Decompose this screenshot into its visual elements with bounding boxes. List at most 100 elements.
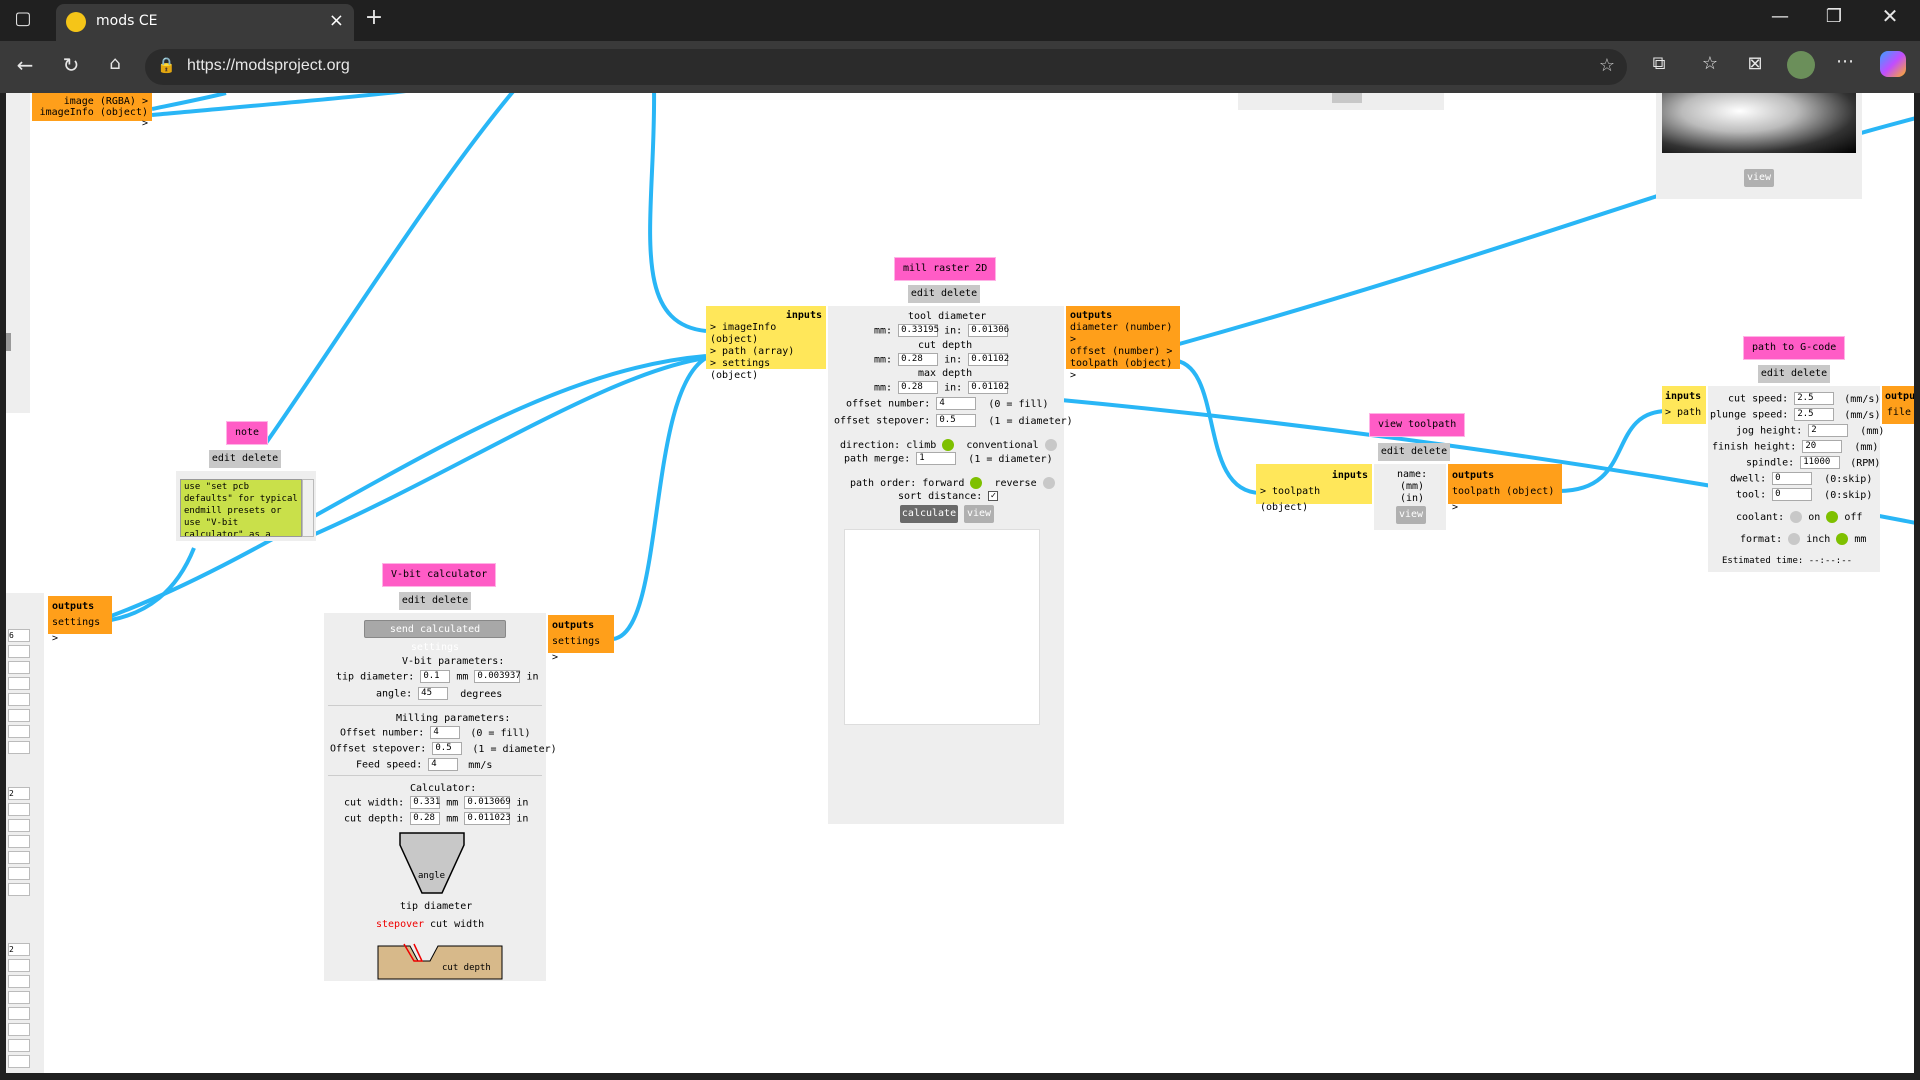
left-field[interactable]	[8, 975, 30, 988]
offset-number-input[interactable]: 4	[430, 726, 461, 739]
climb-radio[interactable]	[942, 439, 955, 451]
refresh-icon[interactable]: ↻	[58, 53, 84, 77]
panel-scroll-handle[interactable]	[6, 333, 11, 351]
address-bar[interactable]: 🔒 https://modsproject.org ☆	[145, 49, 1627, 85]
cut-depth-mm-input[interactable]: 0.28	[898, 353, 939, 366]
left-field[interactable]	[8, 661, 30, 674]
input-settings[interactable]: > settings (object)	[710, 358, 822, 382]
left-field[interactable]	[8, 1039, 30, 1052]
left-field[interactable]	[8, 867, 30, 880]
output-diameter[interactable]: diameter (number) >	[1070, 322, 1176, 346]
spindle-input[interactable]: 11000	[1800, 456, 1841, 469]
new-tab-icon[interactable]: +	[362, 5, 386, 30]
left-field[interactable]	[8, 819, 30, 832]
maximize-icon[interactable]: ❐	[1822, 6, 1846, 27]
left-field[interactable]: 2	[8, 943, 30, 956]
view-toolpath-title[interactable]: view toolpath	[1369, 413, 1466, 437]
favorite-star-icon[interactable]: ☆	[1599, 55, 1615, 76]
max-depth-in-input[interactable]: 0.01102	[968, 381, 1009, 394]
image-view-button[interactable]: view	[1744, 169, 1774, 187]
tip-diameter-mm-input[interactable]: 0.1	[420, 670, 451, 683]
tool-diameter-in-input[interactable]: 0.01306	[968, 324, 1009, 337]
left-field[interactable]	[8, 883, 30, 896]
sidebar-toggle-icon[interactable]: ▢	[12, 8, 34, 29]
note-edit-delete-buttons[interactable]: edit delete	[209, 450, 281, 468]
home-icon[interactable]: ⌂	[102, 53, 128, 74]
profile-avatar[interactable]	[1787, 51, 1815, 79]
view-output-toolpath[interactable]: toolpath (object) >	[1452, 484, 1558, 516]
top-module-button[interactable]	[1332, 93, 1362, 103]
left-field[interactable]	[8, 725, 30, 738]
close-tab-icon[interactable]: ×	[329, 10, 344, 31]
calculate-button[interactable]: calculate	[900, 505, 958, 523]
left-field[interactable]	[8, 709, 30, 722]
left-field[interactable]	[8, 835, 30, 848]
tool-input[interactable]: 0	[1772, 488, 1813, 501]
format-inch-radio[interactable]	[1788, 533, 1801, 545]
conventional-radio[interactable]	[1044, 439, 1057, 451]
input-path[interactable]: > path (array)	[710, 346, 822, 358]
left-field[interactable]	[8, 645, 30, 658]
jog-height-input[interactable]: 2	[1808, 424, 1849, 437]
vbit-output-settings[interactable]: settings >	[552, 634, 610, 666]
reverse-radio[interactable]	[1042, 477, 1055, 489]
cut-depth-in-input[interactable]: 0.01102	[968, 353, 1009, 366]
path-merge-input[interactable]: 1	[916, 452, 957, 465]
note-textarea[interactable]: use "set pcb defaults" for typical endmi…	[180, 479, 302, 537]
view-toolpath-view-button[interactable]: view	[1396, 506, 1426, 524]
mill-view-button[interactable]: view	[964, 505, 994, 523]
vbit-edit-delete-buttons[interactable]: edit delete	[399, 592, 471, 610]
coolant-off-radio[interactable]	[1826, 511, 1839, 523]
max-depth-mm-input[interactable]: 0.28	[898, 381, 939, 394]
left-field[interactable]	[8, 803, 30, 816]
view-input-toolpath[interactable]: > toolpath (object)	[1260, 484, 1368, 516]
site-info-icon[interactable]: 🔒	[157, 56, 176, 74]
view-toolpath-edit-delete-buttons[interactable]: edit delete	[1378, 443, 1450, 461]
note-scrollbar[interactable]	[302, 479, 314, 537]
more-menu-icon[interactable]: ⋯	[1832, 51, 1858, 72]
forward-radio[interactable]	[970, 477, 983, 489]
screenshot-icon[interactable]: ⊠	[1742, 53, 1768, 74]
extensions-icon[interactable]: ⧉	[1646, 53, 1672, 74]
gcode-title[interactable]: path to G-code	[1743, 336, 1846, 360]
left-field[interactable]	[8, 1007, 30, 1020]
mill-raster-edit-delete-buttons[interactable]: edit delete	[908, 285, 980, 303]
left-field[interactable]	[8, 741, 30, 754]
browser-tab[interactable]: mods CE ×	[56, 4, 354, 41]
left-field[interactable]	[8, 959, 30, 972]
offset-stepover-input[interactable]: 0.5	[936, 414, 977, 427]
copilot-icon[interactable]	[1880, 51, 1906, 77]
cut-speed-input[interactable]: 2.5	[1794, 392, 1835, 405]
feed-speed-input[interactable]: 4	[428, 758, 459, 771]
gcode-input-path[interactable]: > path	[1665, 405, 1703, 421]
input-imageinfo[interactable]: > imageInfo (object)	[710, 322, 822, 346]
output-offset[interactable]: offset (number) >	[1070, 346, 1176, 358]
output-image-rgba[interactable]: image (RGBA) >	[36, 96, 148, 107]
note-title[interactable]: note	[226, 421, 269, 445]
dwell-input[interactable]: 0	[1772, 472, 1813, 485]
offset-stepover-input[interactable]: 0.5	[432, 742, 463, 755]
minimize-icon[interactable]: —	[1768, 6, 1792, 27]
left-field[interactable]	[8, 1055, 30, 1068]
gcode-output-file[interactable]: file	[1885, 405, 1911, 421]
output-toolpath[interactable]: toolpath (object) >	[1070, 358, 1176, 382]
send-calculated-settings-button[interactable]: send calculated settings	[364, 620, 506, 653]
left-output-settings[interactable]: settings >	[52, 615, 108, 647]
favorites-icon[interactable]: ☆	[1697, 53, 1723, 74]
finish-height-input[interactable]: 20	[1802, 440, 1843, 453]
output-imageinfo[interactable]: imageInfo (object) >	[36, 107, 148, 129]
angle-input[interactable]: 45	[418, 687, 449, 700]
left-field[interactable]	[8, 677, 30, 690]
plunge-speed-input[interactable]: 2.5	[1794, 408, 1835, 421]
tip-diameter-in-input[interactable]: 0.003937	[474, 670, 521, 683]
url-text[interactable]: https://modsproject.org	[187, 57, 350, 75]
sort-distance-checkbox[interactable]: ✓	[988, 491, 999, 501]
left-field[interactable]: 6	[8, 629, 30, 642]
offset-number-input[interactable]: 4	[936, 397, 977, 410]
gcode-edit-delete-buttons[interactable]: edit delete	[1758, 365, 1830, 383]
back-icon[interactable]: ←	[12, 53, 38, 77]
left-field[interactable]	[8, 991, 30, 1004]
close-window-icon[interactable]: ✕	[1878, 4, 1902, 28]
mill-raster-title[interactable]: mill raster 2D	[894, 257, 997, 281]
left-field[interactable]	[8, 1023, 30, 1036]
